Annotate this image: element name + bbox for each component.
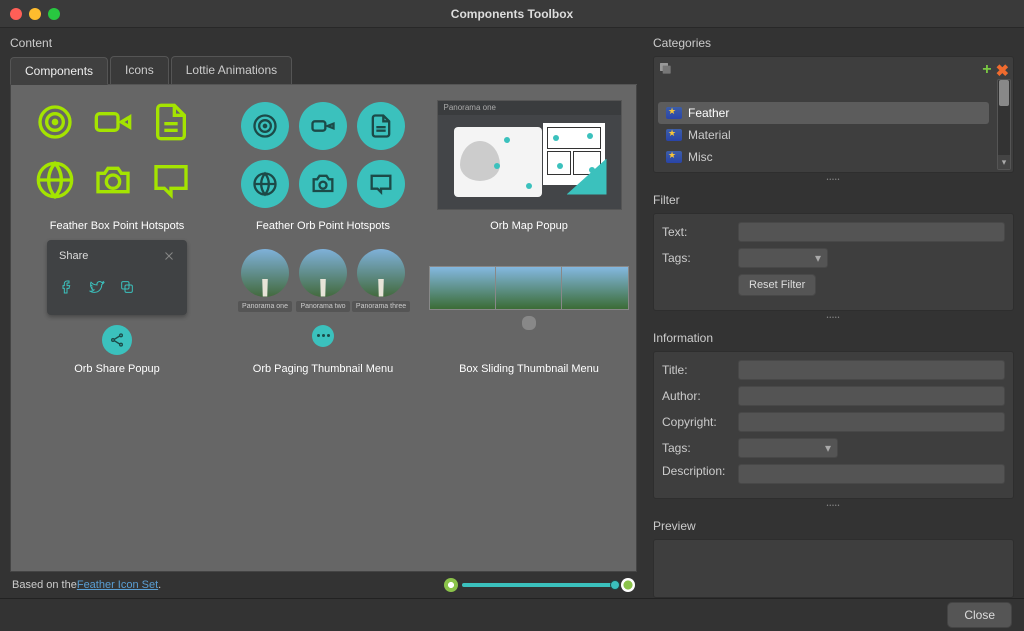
filter-text-label: Text: (662, 225, 730, 239)
card-caption: Orb Map Popup (490, 220, 568, 232)
tabs: Components Icons Lottie Animations (10, 56, 637, 85)
category-item-feather[interactable]: Feather (658, 102, 989, 124)
categories-box: + ✖ Feather Material Misc ▾ (653, 56, 1014, 173)
globe-icon (35, 160, 83, 208)
more-icon (312, 325, 334, 347)
section-separator: ••••• (653, 315, 1014, 321)
folder-icon (666, 151, 682, 163)
close-button[interactable]: Close (947, 602, 1012, 628)
card-orb-paging[interactable]: Panorama one Panorama two Panorama three… (223, 240, 423, 375)
target-icon (241, 102, 289, 150)
filter-tags-label: Tags: (662, 251, 730, 265)
file-text-icon (151, 102, 199, 150)
tab-components[interactable]: Components (10, 57, 108, 85)
tab-icons[interactable]: Icons (110, 56, 169, 84)
info-tags-label: Tags: (662, 441, 730, 455)
categories-scrollbar[interactable]: ▾ (997, 79, 1011, 170)
footer-prefix: Based on the (12, 579, 77, 591)
card-caption: Feather Box Point Hotspots (50, 220, 185, 232)
category-label: Misc (688, 150, 713, 164)
map-popup-thumb: Panorama one (437, 100, 622, 210)
footer-suffix: . (158, 579, 161, 591)
info-author-input[interactable] (738, 386, 1005, 406)
card-caption: Box Sliding Thumbnail Menu (459, 363, 599, 375)
components-grid: Feather Box Point Hotspots Feather Orb P… (10, 85, 637, 572)
chevron-down-icon[interactable]: ▾ (998, 155, 1010, 169)
card-orb-map[interactable]: Panorama one (429, 97, 629, 232)
categories-label: Categories (653, 36, 1014, 50)
card-feather-box[interactable]: Feather Box Point Hotspots (17, 97, 217, 232)
information-label: Information (653, 331, 1014, 345)
info-desc-label: Description: (662, 464, 730, 478)
share-icon (102, 325, 132, 355)
preview-label: Preview (653, 519, 1014, 533)
category-label: Material (688, 128, 731, 142)
twitter-icon (89, 279, 105, 298)
window-title: Components Toolbox (0, 7, 1024, 21)
filter-tags-combo[interactable]: ▾ (738, 248, 828, 268)
reset-filter-button[interactable]: Reset Filter (738, 274, 816, 296)
bottom-bar: Close (0, 598, 1024, 631)
filter-label: Filter (653, 193, 1014, 207)
card-caption: Orb Share Popup (74, 363, 160, 375)
info-title-label: Title: (662, 363, 730, 377)
filter-text-input[interactable] (738, 222, 1005, 242)
facebook-icon (59, 279, 75, 298)
pano-label: Panorama one (238, 301, 292, 312)
video-icon (93, 102, 141, 150)
information-panel: Title: Author: Copyright: Tags: ▾ Descri… (653, 351, 1014, 499)
footer-info: Based on the Feather Icon Set . (10, 572, 637, 598)
add-category-button[interactable]: + (982, 61, 991, 81)
zoom-out-icon[interactable] (444, 578, 458, 592)
globe-icon (241, 160, 289, 208)
share-popup-thumb: Share (47, 240, 187, 315)
video-icon (299, 102, 347, 150)
lime-icon-grid (35, 102, 199, 208)
map-popup-title: Panorama one (438, 101, 621, 115)
folder-icon (666, 129, 682, 141)
info-copyright-label: Copyright: (662, 415, 730, 429)
camera-icon (93, 160, 141, 208)
target-icon (35, 102, 83, 150)
footer-link[interactable]: Feather Icon Set (77, 579, 158, 591)
info-tags-combo[interactable]: ▾ (738, 438, 838, 458)
content-label: Content (10, 36, 637, 50)
tab-lottie[interactable]: Lottie Animations (171, 56, 292, 84)
slider-handle-icon (522, 316, 536, 330)
category-item-misc[interactable]: Misc (658, 146, 989, 168)
zoom-slider[interactable] (444, 578, 635, 592)
copy-icon (119, 279, 135, 298)
filter-panel: Text: Tags: ▾ Reset Filter (653, 213, 1014, 311)
info-title-input[interactable] (738, 360, 1005, 380)
pano-label: Panorama two (296, 301, 349, 312)
close-icon (163, 250, 175, 265)
stack-icon (658, 61, 674, 77)
category-label: Feather (688, 106, 729, 120)
delete-category-button[interactable]: ✖ (996, 61, 1009, 81)
pano-label: Panorama three (352, 301, 410, 312)
preview-box (653, 539, 1014, 598)
info-author-label: Author: (662, 389, 730, 403)
category-item-material[interactable]: Material (658, 124, 989, 146)
card-caption: Orb Paging Thumbnail Menu (253, 363, 393, 375)
card-feather-orb[interactable]: Feather Orb Point Hotspots (223, 97, 423, 232)
info-desc-input[interactable] (738, 464, 1005, 484)
info-copyright-input[interactable] (738, 412, 1005, 432)
zoom-in-icon[interactable] (621, 578, 635, 592)
chevron-down-icon: ▾ (823, 441, 833, 455)
share-title: Share (59, 250, 88, 265)
folder-icon (666, 107, 682, 119)
chevron-down-icon: ▾ (813, 251, 823, 265)
teal-orb-grid (241, 102, 405, 208)
card-caption: Feather Orb Point Hotspots (256, 220, 390, 232)
card-orb-share[interactable]: Share Orb Share Popup (17, 240, 217, 375)
section-separator: ••••• (653, 177, 1014, 183)
section-separator: ••••• (653, 503, 1014, 509)
file-text-icon (357, 102, 405, 150)
titlebar: Components Toolbox (0, 0, 1024, 28)
message-icon (151, 160, 199, 208)
card-box-sliding[interactable]: Box Sliding Thumbnail Menu (429, 240, 629, 375)
camera-icon (299, 160, 347, 208)
message-icon (357, 160, 405, 208)
